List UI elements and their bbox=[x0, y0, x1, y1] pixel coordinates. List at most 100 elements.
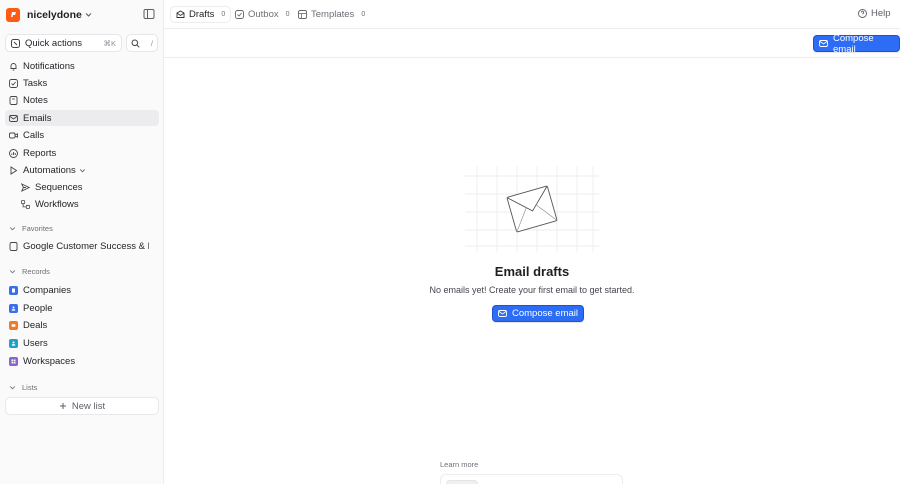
sidebar-item-companies[interactable]: Companies bbox=[5, 282, 159, 298]
learn-more-card[interactable] bbox=[440, 474, 623, 484]
sidebar-item-label: Deals bbox=[23, 319, 48, 331]
bell-icon bbox=[9, 62, 18, 71]
user-icon bbox=[9, 338, 18, 348]
mail-icon bbox=[819, 39, 828, 48]
sidebar-item-workflows[interactable]: Workflows bbox=[17, 196, 159, 212]
sidebar-item-label: Automations bbox=[23, 164, 76, 176]
sidebar-item-label: People bbox=[23, 302, 53, 314]
sidebar-item-users[interactable]: Users bbox=[5, 335, 159, 351]
chevron-down-icon bbox=[9, 268, 16, 275]
tab-bar: Drafts 0 Outbox 0 Templates 0 Help bbox=[164, 0, 900, 29]
tab-templates[interactable]: Templates 0 bbox=[293, 6, 370, 23]
empty-state-subtitle: No emails yet! Create your first email t… bbox=[429, 285, 635, 295]
sidebar-item-reports[interactable]: Reports bbox=[5, 145, 159, 161]
play-icon bbox=[9, 165, 18, 175]
new-list-button[interactable]: New list bbox=[5, 397, 159, 415]
compose-email-label: Compose email bbox=[512, 308, 578, 319]
quick-actions-icon bbox=[11, 38, 20, 48]
sidebar-item-label: Calls bbox=[23, 129, 45, 141]
section-title: Records bbox=[22, 266, 50, 276]
tab-label: Drafts bbox=[189, 9, 215, 20]
chevron-down-icon bbox=[79, 167, 86, 174]
sidebar-item-label: Reports bbox=[23, 147, 57, 159]
plus-icon bbox=[59, 402, 67, 410]
video-icon bbox=[9, 131, 18, 140]
quick-actions-button[interactable]: Quick actions ⌘K bbox=[5, 34, 122, 52]
sidebar-item-label: Users bbox=[23, 337, 48, 349]
tab-label: Templates bbox=[311, 9, 355, 20]
mail-icon bbox=[498, 309, 507, 318]
favorite-item-label: Google Customer Success & Partnerships bbox=[23, 240, 149, 252]
compose-email-button[interactable]: Compose email bbox=[813, 32, 900, 55]
lists-section-toggle[interactable]: Lists bbox=[5, 381, 37, 393]
sidebar-item-people[interactable]: People bbox=[5, 300, 159, 316]
person-icon bbox=[9, 303, 18, 313]
outbox-icon bbox=[235, 10, 244, 19]
tab-outbox[interactable]: Outbox 0 bbox=[230, 6, 295, 23]
sidebar-item-workspaces[interactable]: Workspaces bbox=[5, 353, 159, 369]
search-button[interactable]: / bbox=[126, 34, 158, 52]
quick-actions-label: Quick actions bbox=[25, 37, 83, 49]
sidebar-item-notifications[interactable]: Notifications bbox=[5, 58, 159, 74]
sidebar-item-automations[interactable]: Automations bbox=[5, 162, 159, 178]
sidebar-item-label: Workspaces bbox=[23, 355, 76, 367]
sidebar-toggle-icon[interactable] bbox=[143, 8, 155, 20]
drafts-icon bbox=[176, 10, 185, 19]
tab-drafts[interactable]: Drafts 0 bbox=[170, 6, 232, 23]
sidebar-item-tasks[interactable]: Tasks bbox=[5, 75, 159, 91]
search-icon bbox=[131, 39, 140, 48]
mail-icon bbox=[9, 114, 18, 123]
tab-count: 0 bbox=[221, 11, 226, 18]
section-title: Favorites bbox=[22, 223, 53, 233]
tab-count: 0 bbox=[361, 11, 366, 18]
empty-state-illustration bbox=[465, 166, 599, 252]
chevron-down-icon bbox=[85, 11, 92, 18]
tab-label: Outbox bbox=[248, 9, 279, 20]
sidebar-item-emails[interactable]: Emails bbox=[5, 110, 159, 126]
favorite-item[interactable]: Google Customer Success & Partnerships bbox=[5, 238, 159, 254]
compose-email-label: Compose email bbox=[833, 32, 874, 55]
sidebar-item-label: Notifications bbox=[23, 60, 75, 72]
chevron-down-icon bbox=[9, 384, 16, 391]
sidebar-item-sequences[interactable]: Sequences bbox=[17, 179, 159, 195]
help-button[interactable]: Help bbox=[858, 8, 891, 19]
help-icon bbox=[858, 9, 867, 18]
compose-email-cta-button[interactable]: Compose email bbox=[492, 305, 584, 322]
records-section-toggle[interactable]: Records bbox=[5, 265, 50, 277]
sidebar: nicelydone Quick actions ⌘K / Notificati… bbox=[0, 0, 164, 484]
quick-actions-shortcut: ⌘K bbox=[103, 38, 116, 48]
sidebar-item-calls[interactable]: Calls bbox=[5, 127, 159, 143]
building-icon bbox=[9, 285, 18, 295]
sidebar-item-notes[interactable]: Notes bbox=[5, 92, 159, 108]
tab-count: 0 bbox=[285, 11, 290, 18]
search-shortcut: / bbox=[150, 38, 153, 48]
learn-more-thumbnail bbox=[446, 480, 478, 484]
toolbar: Compose email bbox=[164, 29, 900, 58]
send-icon bbox=[21, 182, 30, 192]
sidebar-item-label: Emails bbox=[23, 112, 52, 124]
sidebar-item-label: Companies bbox=[23, 284, 72, 296]
workspace-switcher[interactable]: nicelydone bbox=[6, 6, 92, 23]
sidebar-item-label: Notes bbox=[23, 94, 48, 106]
workflow-icon bbox=[21, 199, 30, 209]
new-list-label: New list bbox=[71, 400, 106, 412]
checkbox-icon bbox=[9, 78, 18, 88]
sidebar-item-label: Sequences bbox=[35, 181, 83, 193]
sidebar-item-label: Tasks bbox=[23, 77, 48, 89]
document-icon bbox=[9, 241, 18, 251]
empty-state-title: Email drafts bbox=[494, 264, 570, 279]
section-title: Lists bbox=[22, 382, 38, 392]
favorites-section-toggle[interactable]: Favorites bbox=[5, 222, 53, 234]
workspace-name: nicelydone bbox=[27, 8, 82, 21]
template-icon bbox=[298, 10, 307, 19]
help-label: Help bbox=[871, 8, 891, 19]
deal-icon bbox=[9, 320, 18, 330]
chart-icon bbox=[9, 148, 18, 158]
learn-more-label: Learn more bbox=[440, 460, 479, 469]
workspace-logo-icon bbox=[6, 7, 20, 22]
sidebar-item-deals[interactable]: Deals bbox=[5, 317, 159, 333]
chevron-down-icon bbox=[9, 225, 16, 232]
sidebar-item-label: Workflows bbox=[35, 198, 79, 210]
note-icon bbox=[9, 95, 18, 105]
workspace-icon bbox=[9, 356, 18, 366]
